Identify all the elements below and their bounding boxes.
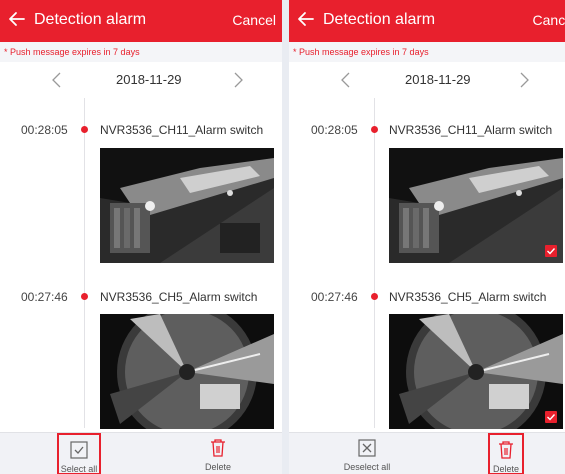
timeline-line bbox=[374, 98, 375, 428]
right-screen: Detection alarm Cance * Push message exp… bbox=[289, 0, 565, 474]
date-label: 2018-11-29 bbox=[116, 72, 182, 87]
header: Detection alarm Cancel bbox=[0, 0, 282, 42]
delete-label: Delete bbox=[204, 462, 231, 472]
page-title: Detection alarm bbox=[323, 11, 436, 28]
event-dot bbox=[81, 293, 88, 300]
select-all-button[interactable]: Select all bbox=[57, 433, 101, 474]
checkmark-icon bbox=[547, 414, 556, 421]
chevron-right-icon[interactable] bbox=[514, 70, 534, 90]
checkbox-checked-icon bbox=[70, 441, 88, 459]
date-label: 2018-11-29 bbox=[405, 72, 471, 87]
event-time: 00:27:46 bbox=[21, 290, 68, 304]
timeline-line bbox=[84, 98, 85, 428]
event-dot bbox=[371, 126, 378, 133]
trash-icon bbox=[211, 439, 225, 457]
event-title: NVR3536_CH11_Alarm switch bbox=[389, 123, 553, 137]
event-snapshot[interactable] bbox=[100, 148, 274, 263]
date-navigator: 2018-11-29 bbox=[289, 62, 565, 98]
event-time: 00:28:05 bbox=[311, 123, 358, 137]
deselect-all-button[interactable]: Deselect all bbox=[341, 433, 393, 474]
chevron-left-icon[interactable] bbox=[336, 70, 356, 90]
event-dot bbox=[81, 126, 88, 133]
bottom-toolbar: Select all Delete bbox=[0, 432, 282, 474]
checkmark-icon bbox=[547, 248, 556, 255]
left-screen: Detection alarm Cancel * Push message ex… bbox=[0, 0, 282, 474]
event-time: 00:27:46 bbox=[311, 290, 358, 304]
cancel-button[interactable]: Cancel bbox=[232, 12, 276, 28]
chevron-right-icon[interactable] bbox=[228, 70, 248, 90]
event-dot bbox=[371, 293, 378, 300]
event-title: NVR3536_CH5_Alarm switch bbox=[100, 290, 258, 304]
delete-label: Delete bbox=[492, 464, 519, 474]
select-all-label: Select all bbox=[60, 464, 98, 474]
header: Detection alarm Cance bbox=[289, 0, 565, 42]
event-time: 00:28:05 bbox=[21, 123, 68, 137]
back-arrow-icon[interactable] bbox=[6, 8, 28, 30]
deselect-all-label: Deselect all bbox=[343, 462, 391, 472]
selected-checkbox[interactable] bbox=[545, 245, 557, 257]
selected-checkbox[interactable] bbox=[545, 411, 557, 423]
event-title: NVR3536_CH11_Alarm switch bbox=[100, 123, 264, 137]
date-navigator: 2018-11-29 bbox=[0, 62, 282, 98]
back-arrow-icon[interactable] bbox=[295, 8, 317, 30]
page-title: Detection alarm bbox=[34, 11, 147, 28]
delete-button[interactable]: Delete bbox=[488, 433, 524, 474]
checkbox-x-icon bbox=[358, 439, 376, 457]
event-snapshot[interactable] bbox=[100, 314, 274, 429]
chevron-left-icon[interactable] bbox=[47, 70, 67, 90]
event-title: NVR3536_CH5_Alarm switch bbox=[389, 290, 547, 304]
bottom-toolbar: Deselect all Delete bbox=[289, 432, 565, 474]
delete-button[interactable]: Delete bbox=[196, 433, 240, 474]
trash-icon bbox=[499, 441, 513, 459]
cancel-button[interactable]: Cance bbox=[533, 12, 565, 28]
event-snapshot[interactable] bbox=[389, 148, 563, 263]
event-snapshot[interactable] bbox=[389, 314, 563, 429]
notice-text: * Push message expires in 7 days bbox=[0, 42, 282, 62]
notice-text: * Push message expires in 7 days bbox=[289, 42, 565, 62]
